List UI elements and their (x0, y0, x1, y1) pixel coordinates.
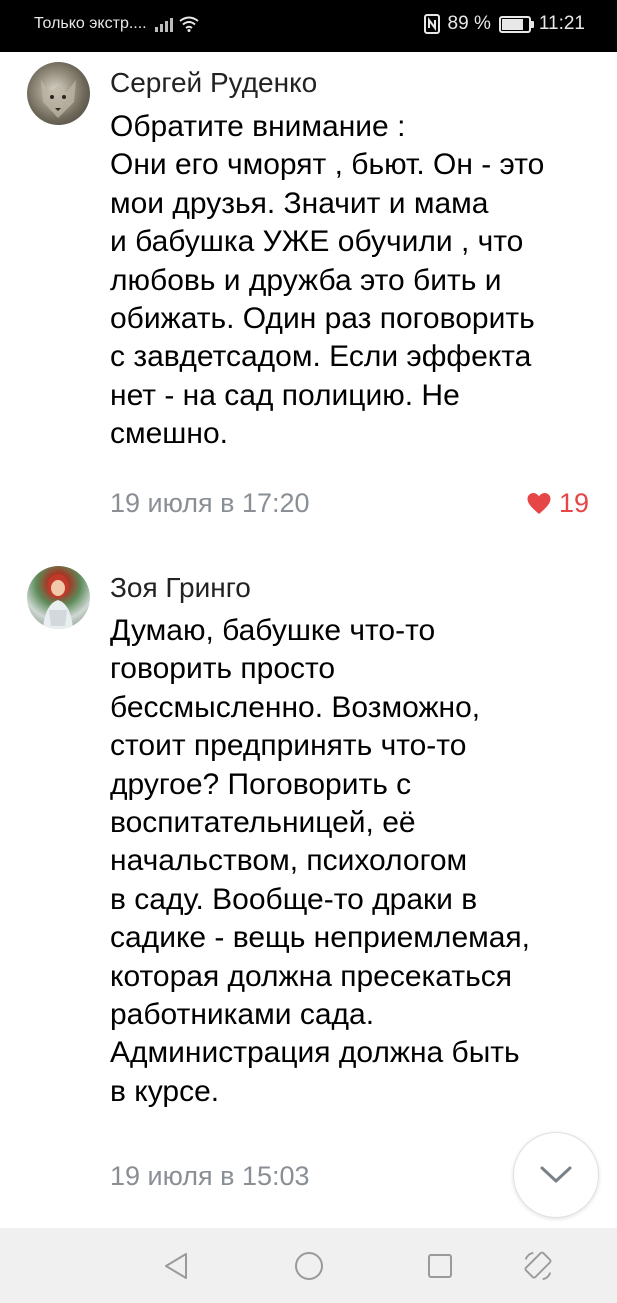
system-navigation-bar (0, 1228, 617, 1303)
home-circle-icon (295, 1252, 323, 1280)
nfc-icon (423, 14, 440, 34)
status-bar: Только экстр.... 89 % 11:21 (0, 0, 617, 52)
home-button[interactable] (293, 1250, 325, 1282)
like-count: 19 (558, 488, 589, 518)
status-left: Только экстр.... (34, 15, 199, 33)
carrier-label: Только экстр.... (34, 15, 147, 32)
comment-text: Думаю, бабушке что-то говорить просто бе… (110, 614, 531, 1108)
signal-icon (154, 16, 173, 32)
recents-button[interactable] (424, 1250, 456, 1282)
comment-author[interactable]: Сергей Руденко (110, 67, 317, 99)
comment-timestamp: 19 июля в 17:20 (110, 488, 310, 518)
back-triangle-icon (165, 1253, 187, 1279)
heart-icon (527, 493, 551, 514)
wolf-icon (41, 80, 76, 118)
avatar[interactable] (27, 566, 90, 629)
clock: 11:21 (538, 13, 585, 34)
recents-square-icon (428, 1254, 452, 1278)
battery-percent: 89 % (447, 13, 491, 34)
like-button[interactable]: 19 (526, 488, 589, 519)
status-right: 89 % 11:21 (423, 13, 585, 35)
scroll-down-button[interactable] (513, 1132, 599, 1218)
rotate-icon (524, 1251, 552, 1281)
comment-timestamp: 19 июля в 15:03 (110, 1161, 310, 1191)
avatar[interactable] (27, 62, 90, 125)
back-button[interactable] (160, 1250, 192, 1282)
battery-icon (498, 15, 534, 33)
woman-portrait-icon (43, 574, 73, 629)
comment-author[interactable]: Зоя Гринго (110, 572, 251, 604)
wifi-icon (179, 16, 199, 32)
chevron-down-icon (540, 1166, 572, 1183)
rotate-screen-button[interactable] (522, 1250, 554, 1282)
comment-text: Обратите внимание : Они его чморят , бью… (110, 110, 545, 451)
